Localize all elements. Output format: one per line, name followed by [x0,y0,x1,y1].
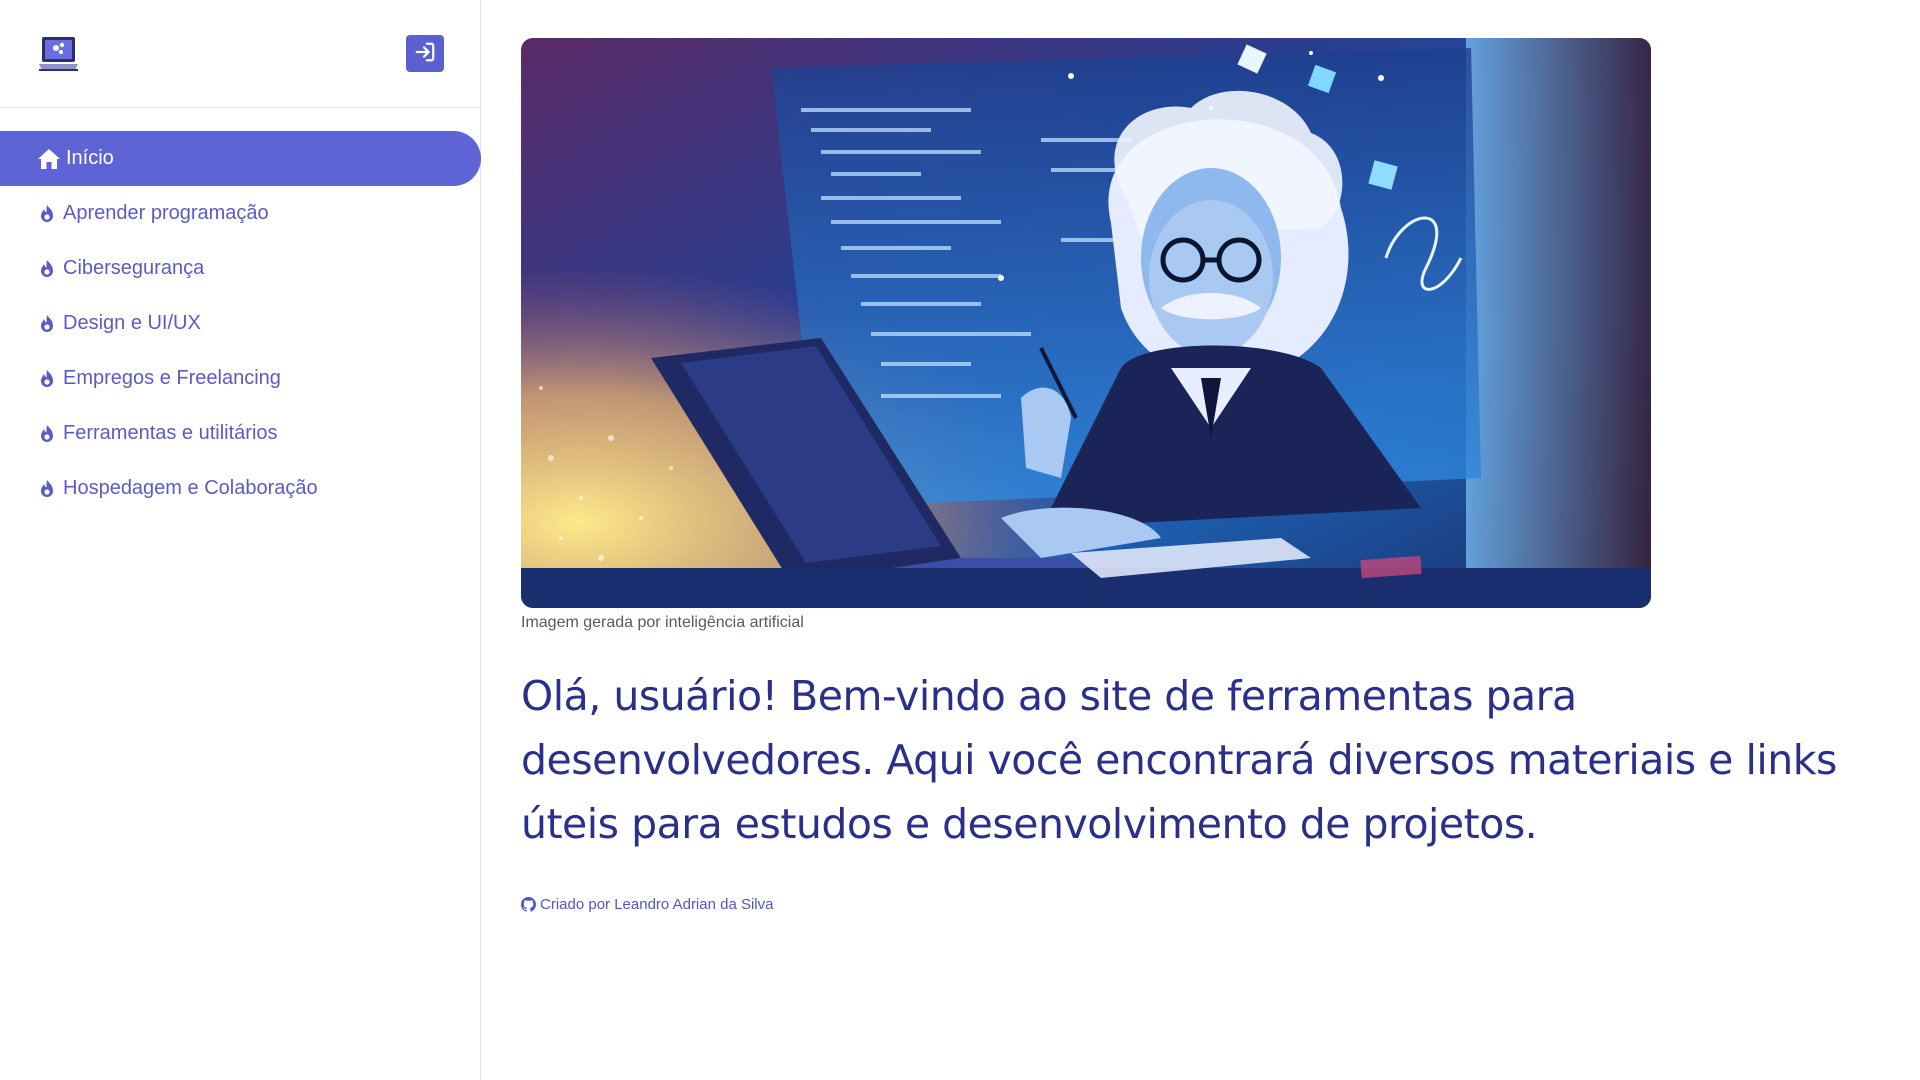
sidebar-item-ciberseguranca[interactable]: Cibersegurança [0,241,480,296]
sidebar-item-empregos-freelancing[interactable]: Empregos e Freelancing [0,351,480,406]
sidebar-item-label: Cibersegurança [63,257,205,279]
flame-icon [37,314,57,334]
sidebar-item-label: Ferramentas e utilitários [63,422,278,444]
laptop-gear-icon[interactable] [38,34,79,74]
login-button[interactable] [406,35,444,72]
github-icon [521,897,536,912]
sidebar-item-inicio[interactable]: Início [0,131,481,186]
sidebar-item-label: Aprender programação [63,202,269,224]
flame-icon [37,479,57,499]
credits-text: Criado por Leandro Adrian da Silva [540,896,774,913]
app-root: Início Aprender programação Ciberseguran… [0,0,1920,1080]
flame-icon [37,204,57,224]
ai-illustration [521,38,1651,608]
flame-icon [37,369,57,389]
main-content: Imagem gerada por inteligência artificia… [521,38,1881,913]
sidebar-item-hospedagem-colaboracao[interactable]: Hospedagem e Colaboração [0,461,480,516]
credits-link[interactable]: Criado por Leandro Adrian da Silva [521,896,1881,913]
sidebar-item-label: Início [66,147,114,169]
sidebar-item-label: Hospedagem e Colaboração [63,477,318,499]
sidebar-item-aprender-programacao[interactable]: Aprender programação [0,186,480,241]
home-icon [37,148,61,170]
hero-image [521,38,1651,608]
flame-icon [37,424,57,444]
sidebar-item-label: Empregos e Freelancing [63,367,281,389]
welcome-heading: Olá, usuário! Bem-vindo ao site de ferra… [521,672,1837,848]
sidebar-item-label: Design e UI/UX [63,312,201,334]
flame-icon [37,259,57,279]
sidebar-nav: Início Aprender programação Ciberseguran… [0,131,481,516]
sign-in-icon [414,41,436,66]
image-caption: Imagem gerada por inteligência artificia… [521,614,804,631]
sidebar-header [0,0,480,108]
sidebar-item-ferramentas-utilitarios[interactable]: Ferramentas e utilitários [0,406,480,461]
sidebar: Início Aprender programação Ciberseguran… [0,0,481,1080]
sidebar-item-design-ui-ux[interactable]: Design e UI/UX [0,296,480,351]
